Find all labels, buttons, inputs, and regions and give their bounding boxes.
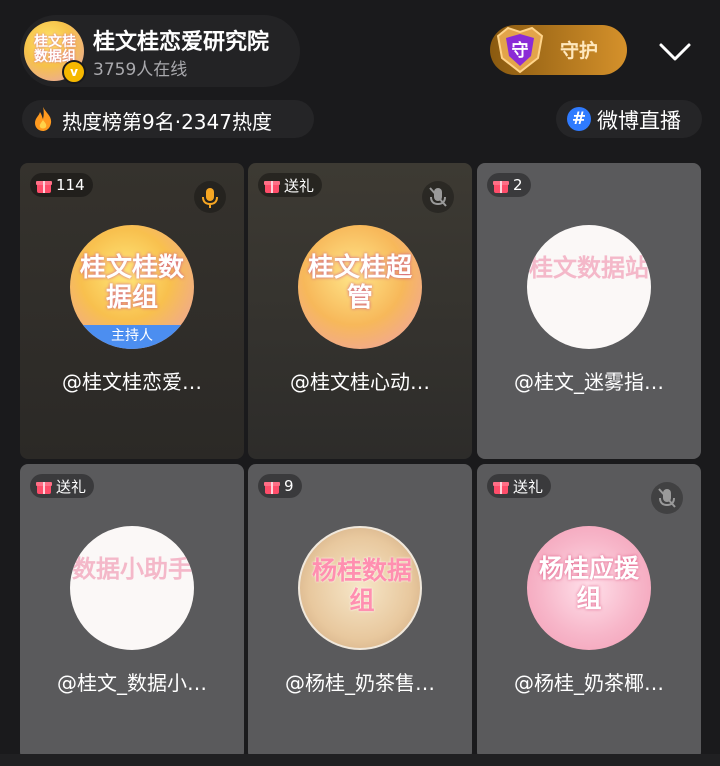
gift-tag[interactable]: 9 <box>258 474 302 498</box>
gift-label: 送礼 <box>284 176 315 195</box>
avatar[interactable]: 桂文数据站 <box>527 225 651 349</box>
avatar-text: 桂文桂超管 <box>307 253 412 313</box>
avatar[interactable]: 杨桂数据组 <box>298 526 422 650</box>
seat-nickname[interactable]: @桂文桂恋爱… <box>20 366 244 395</box>
avatar-text: 桂文数据站 <box>529 254 649 282</box>
avatar[interactable]: 杨桂应援组 <box>527 526 651 650</box>
seat-card[interactable]: 送礼 数据小助手 @桂文_数据小… <box>20 464 244 760</box>
hashtag-icon: # <box>567 107 591 131</box>
gift-tag[interactable]: 送礼 <box>30 474 95 498</box>
seat-nickname[interactable]: @杨桂_奶茶售… <box>248 667 472 696</box>
avatar-text: 数据小助手 <box>72 555 192 583</box>
verified-badge-icon: v <box>62 60 86 84</box>
guard-badge-char: 守 <box>512 40 529 61</box>
gift-tag[interactable]: 2 <box>487 173 531 197</box>
gift-icon <box>493 178 509 193</box>
gift-tag[interactable]: 送礼 <box>487 474 552 498</box>
gift-icon <box>36 178 52 193</box>
seat-card[interactable]: 送礼 杨桂应援组 @杨桂_奶茶椰… <box>477 464 701 760</box>
mic-off-icon <box>651 482 683 514</box>
seat-nickname[interactable]: @桂文_迷雾指… <box>477 366 701 395</box>
chevron-down-icon[interactable] <box>657 34 693 70</box>
avatar[interactable]: 数据小助手 <box>70 526 194 650</box>
avatar-text: 杨桂应援组 <box>538 554 639 613</box>
room-header: 桂文桂数据组 v 桂文桂恋爱研究院 3759人在线 守 守护 <box>0 0 720 100</box>
mic-on-icon <box>194 181 226 213</box>
seat-card[interactable]: 2 桂文数据站 @桂文_迷雾指… <box>477 163 701 459</box>
gift-icon <box>264 479 280 494</box>
seat-nickname[interactable]: @桂文_数据小… <box>20 667 244 696</box>
gift-count: 2 <box>513 176 523 194</box>
gift-icon <box>493 479 509 494</box>
gift-icon <box>264 178 280 193</box>
seat-nickname[interactable]: @桂文桂心动… <box>248 366 472 395</box>
gift-icon <box>36 479 52 494</box>
mic-off-icon <box>422 181 454 213</box>
gift-count: 114 <box>56 176 85 194</box>
gift-label: 送礼 <box>513 477 544 496</box>
weibo-live-label: 微博直播 <box>597 109 681 133</box>
gift-tag[interactable]: 114 <box>30 173 93 197</box>
avatar[interactable]: 桂文桂数据组 主持人 <box>70 225 194 349</box>
flame-icon <box>35 107 52 131</box>
seat-nickname[interactable]: @杨桂_奶茶椰… <box>477 667 701 696</box>
gift-count: 9 <box>284 477 294 495</box>
seat-card[interactable]: 114 桂文桂数据组 主持人 @桂文桂恋爱… <box>20 163 244 459</box>
heat-rank-text: 热度榜第9名·2347热度 <box>62 110 272 134</box>
seat-card[interactable]: 9 杨桂数据组 @杨桂_奶茶售… <box>248 464 472 760</box>
avatar-text: 桂文桂数据组 <box>79 253 184 313</box>
online-count: 3759人在线 <box>93 60 188 80</box>
gift-tag[interactable]: 送礼 <box>258 173 323 197</box>
gift-label: 送礼 <box>56 477 87 496</box>
bottom-strip <box>0 754 720 766</box>
avatar[interactable]: 桂文桂超管 <box>298 225 422 349</box>
seat-card[interactable]: 送礼 桂文桂超管 @桂文桂心动… <box>248 163 472 459</box>
room-title: 桂文桂恋爱研究院 <box>93 30 270 55</box>
host-badge: 主持人 <box>70 325 194 349</box>
guard-shield-icon: 守 <box>496 26 544 74</box>
avatar-text: 杨桂数据组 <box>311 556 412 615</box>
guard-label: 守护 <box>560 40 599 62</box>
